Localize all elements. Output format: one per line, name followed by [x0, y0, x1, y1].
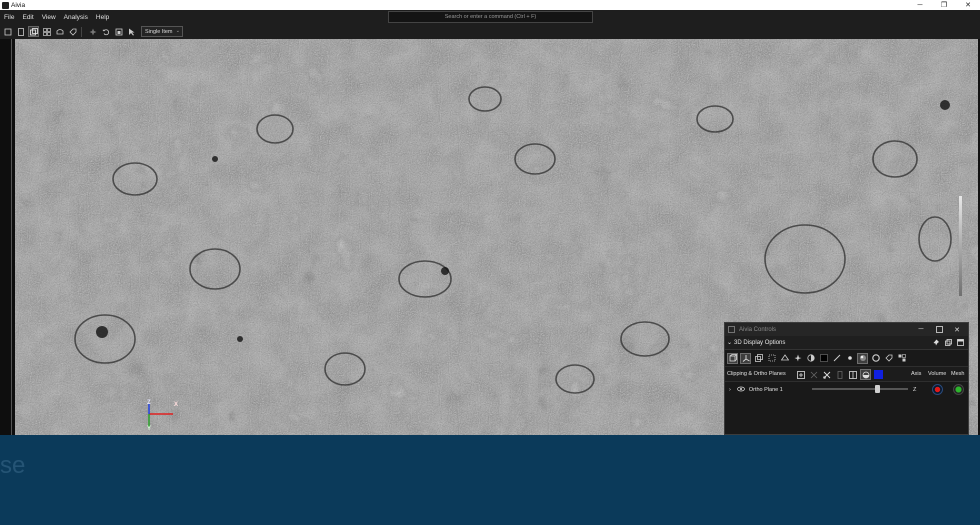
display-options-section[interactable]: ⌄ 3D Display Options: [725, 336, 968, 350]
mesh-column-header: Mesh: [951, 371, 965, 377]
new-document-icon[interactable]: [2, 26, 13, 37]
mesh-color-toggle[interactable]: [953, 384, 964, 395]
main-toolbar: Single Item ⌄: [0, 24, 980, 39]
add-plane-icon[interactable]: [795, 369, 806, 380]
menu-analysis[interactable]: Analysis: [60, 14, 92, 21]
display-options-toolbar: [725, 350, 968, 367]
pop-out-icon[interactable]: [943, 338, 953, 348]
close-button[interactable]: ✕: [956, 0, 980, 10]
point-icon[interactable]: [844, 353, 855, 364]
stack-icon[interactable]: [753, 353, 764, 364]
minimize-button[interactable]: ─: [908, 0, 932, 10]
title-bar: Aivia ─ ❐ ✕: [0, 0, 980, 10]
window-title: Aivia: [11, 1, 26, 9]
expand-chevron-icon[interactable]: ›: [729, 387, 731, 393]
slider-knob[interactable]: [874, 385, 880, 393]
snapshot-icon[interactable]: [113, 26, 124, 37]
intensity-scale-bar: [959, 196, 962, 296]
panel-title: Aivia Controls: [739, 326, 777, 333]
clip-tool-icon[interactable]: [808, 369, 819, 380]
tag-icon[interactable]: [67, 26, 78, 37]
section-title: 3D Display Options: [734, 339, 786, 346]
shading-icon[interactable]: [857, 352, 868, 364]
document-icon[interactable]: [15, 26, 26, 37]
axes-icon[interactable]: [740, 352, 751, 364]
restore-button[interactable]: ❐: [932, 0, 956, 10]
panel-maximize-button[interactable]: [930, 323, 948, 336]
color-wheel-icon[interactable]: [870, 353, 881, 364]
shape-tool-icon[interactable]: [54, 26, 65, 37]
window-controls: ─ ❐ ✕: [908, 0, 980, 10]
bounding-box-icon[interactable]: [766, 353, 777, 364]
divider-line: [11, 39, 12, 435]
menu-file[interactable]: File: [0, 14, 18, 21]
section-chevron-icon[interactable]: ⌄: [727, 339, 732, 346]
undo-icon[interactable]: [100, 26, 111, 37]
measure-icon[interactable]: [831, 353, 842, 364]
x-axis-label: X: [174, 402, 179, 408]
y-axis-label: Y: [147, 426, 152, 432]
scissors-icon[interactable]: [821, 369, 832, 380]
3d-view-icon[interactable]: [28, 26, 39, 37]
grid-options-icon[interactable]: [896, 353, 907, 364]
volume-column-header: Volume: [928, 371, 947, 377]
aivia-controls-panel: Aivia Controls ─ ✕ ⌄ 3D Display Options: [724, 322, 969, 435]
toolbar-divider: [81, 26, 82, 37]
app-logo-icon: [2, 1, 9, 9]
volume-color-toggle[interactable]: [932, 384, 943, 395]
background-color-icon[interactable]: [818, 353, 829, 364]
lighting-icon[interactable]: [792, 353, 803, 364]
menu-view[interactable]: View: [38, 14, 60, 21]
plane-position-slider[interactable]: [812, 385, 908, 393]
panel-window-controls: ─ ✕: [912, 323, 966, 336]
pin-icon[interactable]: [931, 338, 941, 348]
cube-view-icon[interactable]: [727, 352, 738, 364]
surface-icon[interactable]: [779, 353, 790, 364]
tag-filter-icon[interactable]: [883, 353, 894, 364]
view-mode-value: Single Item: [145, 28, 173, 35]
grid-view-icon[interactable]: [41, 26, 52, 37]
panel-logo-icon: [728, 326, 735, 333]
ortho-plane-row[interactable]: › Ortho Plane 1 Z: [725, 382, 968, 397]
clipping-tools: [795, 369, 886, 380]
hemisphere-icon[interactable]: [860, 369, 871, 380]
clipping-label: Clipping & Ortho Planes: [727, 371, 786, 377]
plane-name: Ortho Plane 1: [748, 386, 783, 393]
contrast-icon[interactable]: [805, 353, 816, 364]
plane-axis-value[interactable]: Z: [913, 387, 916, 393]
background-text: se: [0, 452, 26, 479]
panel-minimize-button[interactable]: ─: [912, 323, 930, 336]
panel-header[interactable]: Aivia Controls ─ ✕: [725, 323, 968, 336]
axis-column-header: Axis: [911, 371, 922, 377]
section-actions: [929, 338, 965, 348]
menu-edit[interactable]: Edit: [18, 14, 37, 21]
clipping-header: Clipping & Ortho Planes Axis Volume Mesh: [725, 367, 968, 382]
left-side-strip: [0, 39, 15, 435]
plane-color-swatch[interactable]: [873, 369, 884, 380]
view-mode-dropdown[interactable]: Single Item ⌄: [141, 26, 183, 37]
plane-slice-icon[interactable]: [834, 369, 845, 380]
command-search-input[interactable]: Search or enter a command (Ctrl + F): [388, 11, 593, 23]
z-axis-label: Z: [147, 400, 151, 406]
chevron-down-icon: ⌄: [175, 28, 180, 34]
panel-close-button[interactable]: ✕: [948, 323, 966, 336]
pointer-tool-icon[interactable]: [126, 26, 137, 37]
navigate-icon[interactable]: [87, 26, 98, 37]
collapse-panel-icon[interactable]: [955, 338, 965, 348]
ortho-slice-icon[interactable]: [847, 369, 858, 380]
axis-orientation-gizmo: Z X Y: [143, 400, 183, 435]
menu-help[interactable]: Help: [92, 14, 113, 21]
visibility-eye-icon[interactable]: [736, 386, 745, 394]
